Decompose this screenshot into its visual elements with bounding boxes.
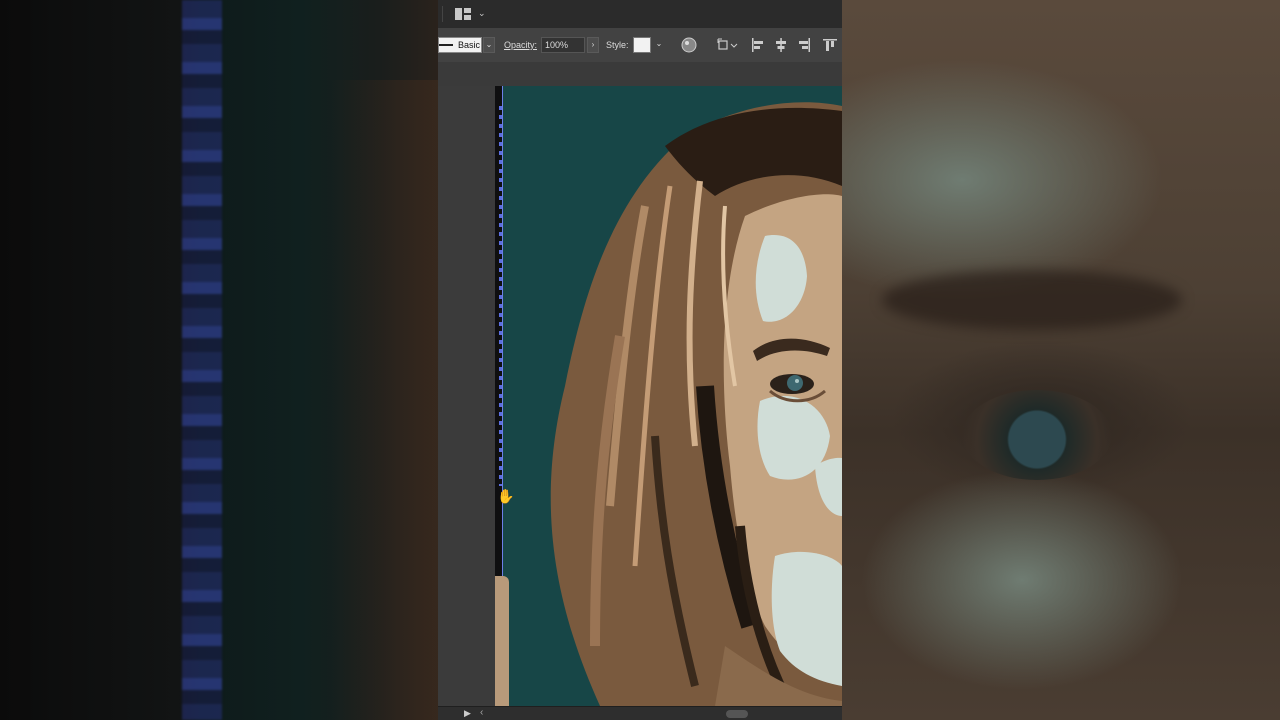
align-center-icon[interactable] (774, 38, 788, 52)
portrait-artwork (550, 102, 842, 706)
chevron-left-icon[interactable]: ‹ (480, 707, 483, 718)
transform-icon[interactable] (716, 38, 738, 52)
opacity-field[interactable]: 100% (541, 37, 585, 53)
document-tab-strip (438, 62, 842, 86)
recolor-artwork-icon[interactable] (681, 37, 697, 53)
illustrator-window: ⌄ Basic ⌄ Opacity: 100% › Style: ⌄ ✋ ▶ ‹ (438, 0, 842, 720)
adjacent-artwork-edge (495, 576, 509, 706)
blurred-background-right (842, 0, 1280, 720)
hand-cursor-icon: ✋ (497, 488, 515, 504)
stroke-style-dropdown[interactable]: ⌄ (483, 37, 495, 53)
stroke-style-selector[interactable]: Basic (438, 37, 482, 53)
workspace-switcher-icon[interactable] (455, 8, 471, 20)
anchor-points[interactable] (499, 106, 502, 486)
control-bar: Basic ⌄ Opacity: 100% › Style: ⌄ (438, 28, 842, 63)
align-right-icon[interactable] (797, 38, 811, 52)
play-icon[interactable]: ▶ (464, 708, 471, 719)
style-dropdown[interactable]: ⌄ (653, 37, 665, 53)
opacity-label[interactable]: Opacity: (504, 40, 537, 50)
graphic-style-swatch[interactable] (633, 37, 651, 53)
chevron-down-icon[interactable]: ⌄ (478, 8, 486, 19)
align-left-icon[interactable] (751, 38, 765, 52)
align-top-icon[interactable] (823, 38, 837, 52)
blurred-background-left (0, 0, 438, 720)
opacity-arrow[interactable]: › (587, 37, 599, 53)
blurred-eye (962, 390, 1112, 480)
blurred-hair-edge (330, 80, 438, 720)
divider (442, 6, 443, 22)
blurred-eyebrow (882, 270, 1182, 330)
artboard[interactable]: ✋ (495, 86, 842, 706)
pasteboard-left (438, 86, 495, 706)
style-label: Style: (606, 40, 629, 50)
status-bar: ▶ ‹ (438, 706, 842, 720)
blurred-selection-streak (182, 0, 222, 720)
stroke-style-label: Basic (458, 40, 481, 50)
horizontal-scrollbar[interactable] (726, 710, 748, 718)
app-top-bar: ⌄ (438, 0, 842, 29)
